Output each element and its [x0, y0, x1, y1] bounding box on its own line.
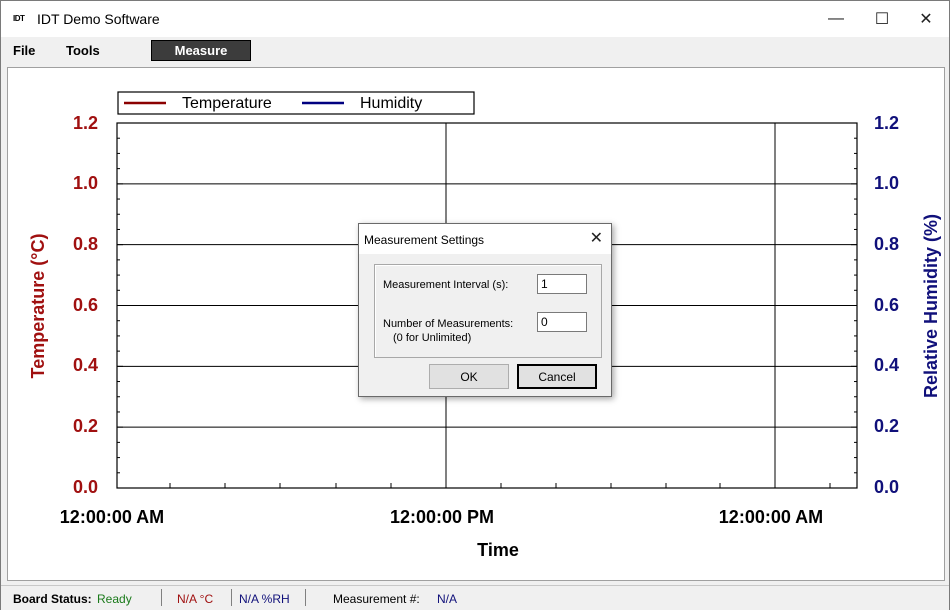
y-right-tick-label: 0.8	[874, 234, 899, 254]
count-label: Number of Measurements:	[383, 318, 514, 330]
y-right-axis-title: Relative Humidity (%)	[921, 214, 941, 398]
y-left-tick-labels: 0.0 0.2 0.4 0.6 0.8 1.0 1.2	[73, 113, 98, 497]
title-bar: IDT IDT Demo Software — ☐ ✕	[1, 1, 949, 37]
status-divider	[305, 589, 306, 606]
temperature-status: N/A °C	[177, 592, 214, 606]
y-right-tick-label: 1.2	[874, 113, 899, 133]
board-status-value: Ready	[97, 592, 132, 606]
y-left-tick-label: 1.0	[73, 173, 98, 193]
menu-bar: File Tools Measure	[1, 37, 949, 65]
y-left-tick-label: 0.2	[73, 416, 98, 436]
x-tick-label: 12:00:00 AM	[60, 507, 164, 527]
minimize-icon: —	[828, 10, 844, 27]
maximize-icon: ☐	[874, 11, 890, 28]
y-left-axis-title: Temperature (°C)	[28, 234, 48, 379]
y-right-tick-label: 0.6	[874, 295, 899, 315]
legend-humidity-label: Humidity	[360, 95, 422, 112]
x-tick-label: 12:00:00 PM	[390, 507, 494, 527]
count-input[interactable]	[537, 312, 587, 332]
settings-group: Measurement Interval (s): Number of Meas…	[374, 264, 602, 358]
interval-label: Measurement Interval (s):	[383, 279, 509, 291]
y-left-tick-label: 0.8	[73, 234, 98, 254]
app-window: IDT IDT Demo Software — ☐ ✕ File Tools M…	[0, 0, 950, 610]
measurement-count-label: Measurement #:	[333, 592, 420, 606]
y-right-tick-label: 1.0	[874, 173, 899, 193]
x-axis-title: Time	[477, 540, 519, 560]
close-button[interactable]: ✕	[903, 1, 949, 37]
y-right-tick-labels: 0.0 0.2 0.4 0.6 0.8 1.0 1.2	[874, 113, 899, 497]
y-left-tick-label: 0.4	[73, 355, 98, 375]
measurement-settings-dialog: Measurement Settings ✕ Measurement Inter…	[358, 223, 612, 397]
status-bar: Board Status: Ready N/A °C N/A %RH Measu…	[1, 585, 949, 610]
y-right-tick-label: 0.2	[874, 416, 899, 436]
board-status-label: Board Status:	[13, 592, 92, 606]
y-right-tick-label: 0.0	[874, 477, 899, 497]
status-divider	[161, 589, 162, 606]
close-icon: ✕	[919, 11, 933, 28]
window-title: IDT Demo Software	[37, 11, 160, 27]
measure-button[interactable]: Measure	[151, 40, 251, 61]
count-sub-label: (0 for Unlimited)	[393, 332, 472, 344]
dialog-close-icon[interactable]: ✕	[590, 228, 603, 248]
dialog-title-bar: Measurement Settings ✕	[359, 224, 611, 254]
y-right-tick-label: 0.4	[874, 355, 899, 375]
y-left-tick-label: 0.6	[73, 295, 98, 315]
cancel-button[interactable]: Cancel	[517, 364, 597, 389]
ok-button[interactable]: OK	[429, 364, 509, 389]
maximize-button[interactable]: ☐	[859, 1, 905, 37]
minimize-button[interactable]: —	[813, 1, 859, 37]
x-tick-label: 12:00:00 AM	[719, 507, 823, 527]
humidity-status: N/A %RH	[239, 592, 290, 606]
interval-input[interactable]	[537, 274, 587, 294]
menu-tools[interactable]: Tools	[66, 43, 100, 58]
app-logo-icon: IDT	[13, 14, 25, 23]
measurement-count-value: N/A	[437, 592, 458, 606]
y-left-tick-label: 1.2	[73, 113, 98, 133]
legend-temperature-label: Temperature	[182, 95, 272, 112]
menu-file[interactable]: File	[13, 43, 35, 58]
y-left-tick-label: 0.0	[73, 477, 98, 497]
status-divider	[231, 589, 232, 606]
dialog-title: Measurement Settings	[364, 233, 485, 247]
